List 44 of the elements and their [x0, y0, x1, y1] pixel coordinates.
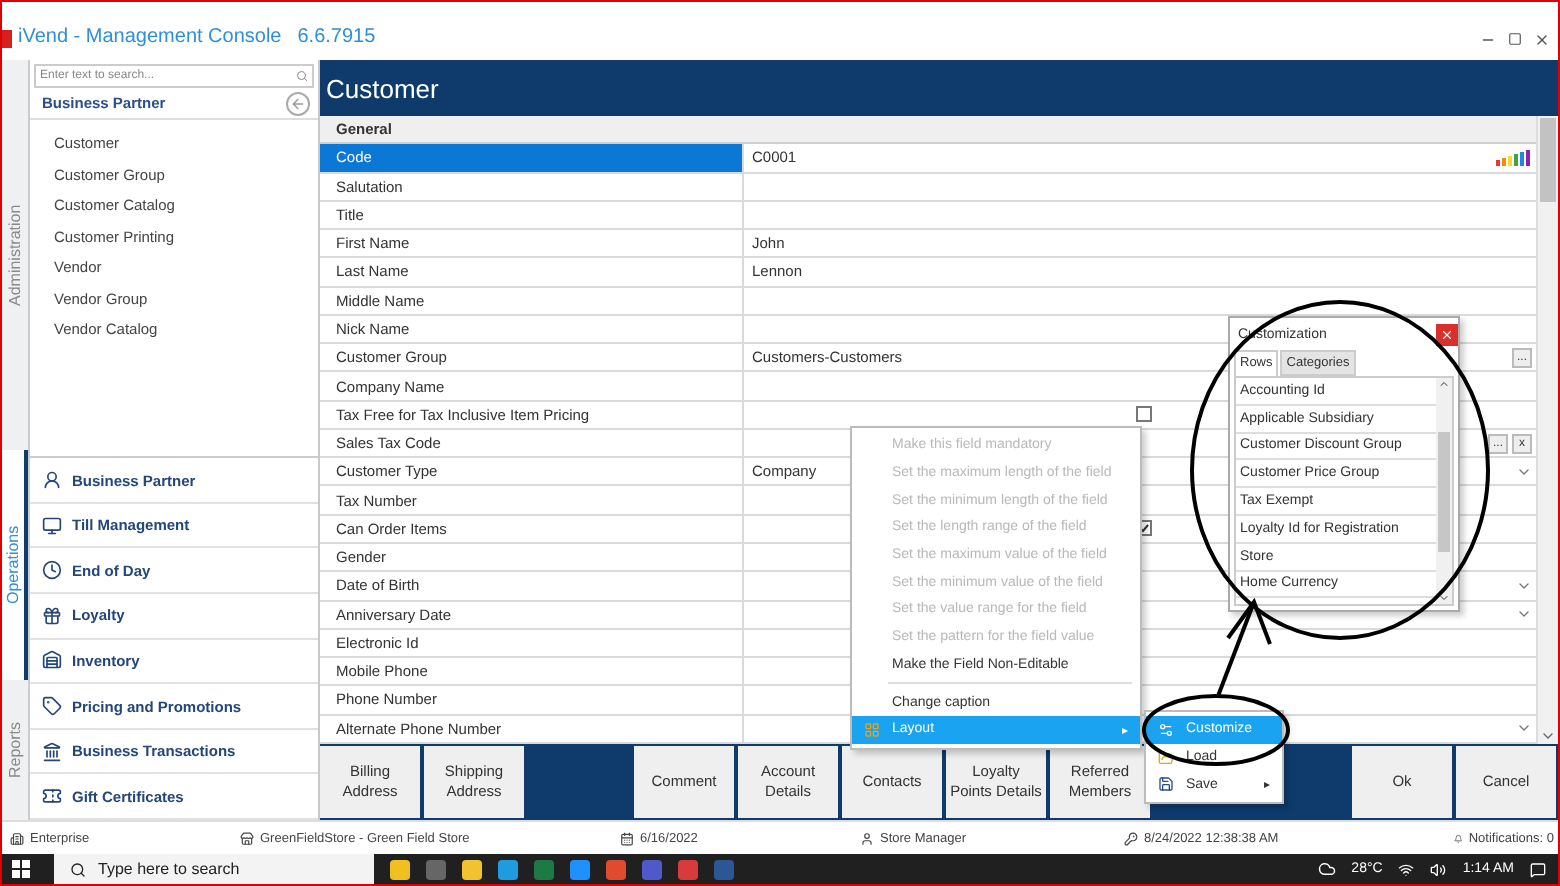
user-icon [42, 470, 62, 491]
search-icon [70, 861, 86, 877]
store-icon [240, 831, 254, 845]
bank-icon [42, 741, 62, 762]
window-title: iVend - Management Console [18, 26, 282, 48]
notification-icon[interactable] [1530, 861, 1546, 877]
folder-icon [1158, 749, 1174, 766]
settings-icon [1158, 721, 1174, 738]
calendar-icon [620, 831, 634, 845]
page-title: Customer [320, 60, 1558, 116]
app-logo-icon [2, 30, 12, 48]
arrow-left-icon [290, 95, 306, 111]
bell-icon [1454, 831, 1463, 845]
close-button[interactable] [1436, 323, 1458, 345]
wifi-icon[interactable] [1398, 861, 1415, 877]
user-icon [860, 831, 874, 845]
bar-chart-icon[interactable] [1496, 148, 1532, 167]
close-icon[interactable] [1534, 32, 1550, 48]
maximize-icon[interactable] [1508, 32, 1522, 46]
windows-logo-icon[interactable] [11, 860, 29, 878]
grid-icon [864, 721, 880, 738]
tag-icon [42, 696, 62, 717]
gift-icon [42, 605, 62, 626]
scrollbar-thumb[interactable] [1540, 118, 1556, 202]
volume-icon[interactable] [1430, 861, 1447, 877]
checkbox[interactable] [1136, 406, 1152, 423]
close-icon [1440, 327, 1454, 341]
ticket-icon [42, 786, 62, 807]
version-label: 6.6.7915 [297, 26, 376, 48]
chevron-up-icon[interactable] [1438, 378, 1450, 390]
chevron-down-icon[interactable] [1438, 592, 1450, 604]
key-icon [1124, 831, 1138, 845]
clock-icon [42, 560, 62, 581]
weather-icon [1317, 860, 1336, 878]
search-icon [296, 70, 308, 82]
warehouse-icon [42, 650, 62, 671]
monitor-icon [42, 515, 62, 536]
save-icon [1158, 776, 1174, 793]
scrollbar-thumb[interactable] [1438, 431, 1450, 551]
taskbar-search-field[interactable]: Type here to search [54, 854, 374, 884]
side-tab[interactable]: Operations [2, 450, 28, 680]
annotation-arrow [1216, 597, 1272, 697]
building-icon [10, 831, 24, 845]
back-button[interactable] [286, 91, 310, 115]
